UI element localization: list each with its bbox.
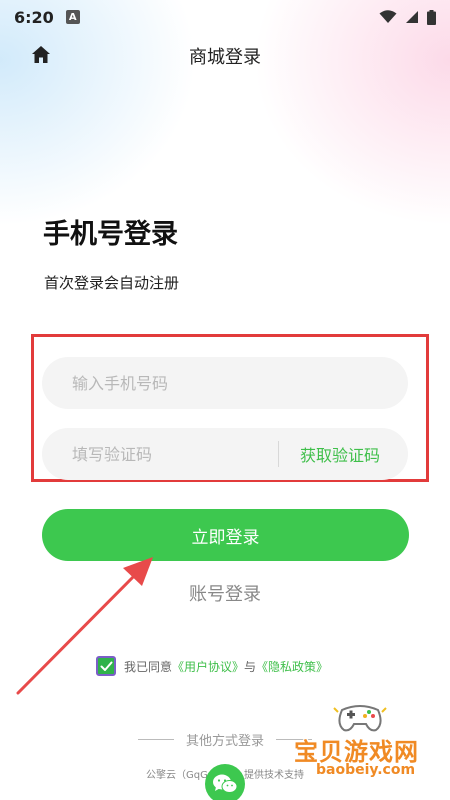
wechat-login-button[interactable] — [205, 764, 245, 800]
wifi-icon — [379, 10, 397, 23]
battery-icon — [427, 9, 436, 25]
agreement-prefix: 我已同意 — [124, 659, 173, 674]
user-agreement-link[interactable]: 《用户协议》 — [172, 658, 244, 675]
agreement-checkbox[interactable] — [96, 656, 116, 676]
verification-code-field[interactable]: 获取验证码 — [42, 428, 408, 480]
wechat-icon — [213, 774, 238, 793]
agreement-conjunction: 与 — [244, 659, 257, 674]
phone-field[interactable] — [42, 357, 408, 409]
status-bar: 6:20 A — [0, 0, 450, 34]
login-button[interactable]: 立即登录 — [42, 509, 409, 561]
signal-icon — [406, 11, 418, 23]
site-watermark: 宝贝游戏网 baobeiy.com — [288, 700, 448, 784]
login-subheading: 首次登录会自动注册 — [44, 274, 180, 292]
verification-code-input[interactable] — [72, 444, 262, 464]
status-time: 6:20 — [14, 7, 54, 27]
app-header: 商城登录 — [0, 38, 450, 74]
get-code-button[interactable]: 获取验证码 — [279, 442, 408, 466]
notification-badge: A — [65, 10, 80, 24]
page-title: 商城登录 — [189, 47, 261, 68]
checkmark-icon — [100, 661, 112, 671]
watermark-domain: baobeiy.com — [316, 762, 416, 778]
status-icons — [379, 9, 436, 25]
account-login-link[interactable]: 账号登录 — [0, 580, 450, 606]
agreement-row: 我已同意 《用户协议》 与 《隐私政策》 — [96, 656, 328, 676]
home-button[interactable] — [30, 44, 54, 68]
other-login-label: 其他方式登录 — [185, 734, 264, 749]
divider-line-left — [137, 739, 174, 740]
login-heading: 手机号登录 — [43, 219, 178, 250]
home-icon — [32, 46, 50, 63]
gamepad-logo-icon — [333, 705, 387, 732]
phone-input[interactable] — [72, 373, 408, 393]
privacy-policy-link[interactable]: 《隐私政策》 — [256, 658, 328, 675]
